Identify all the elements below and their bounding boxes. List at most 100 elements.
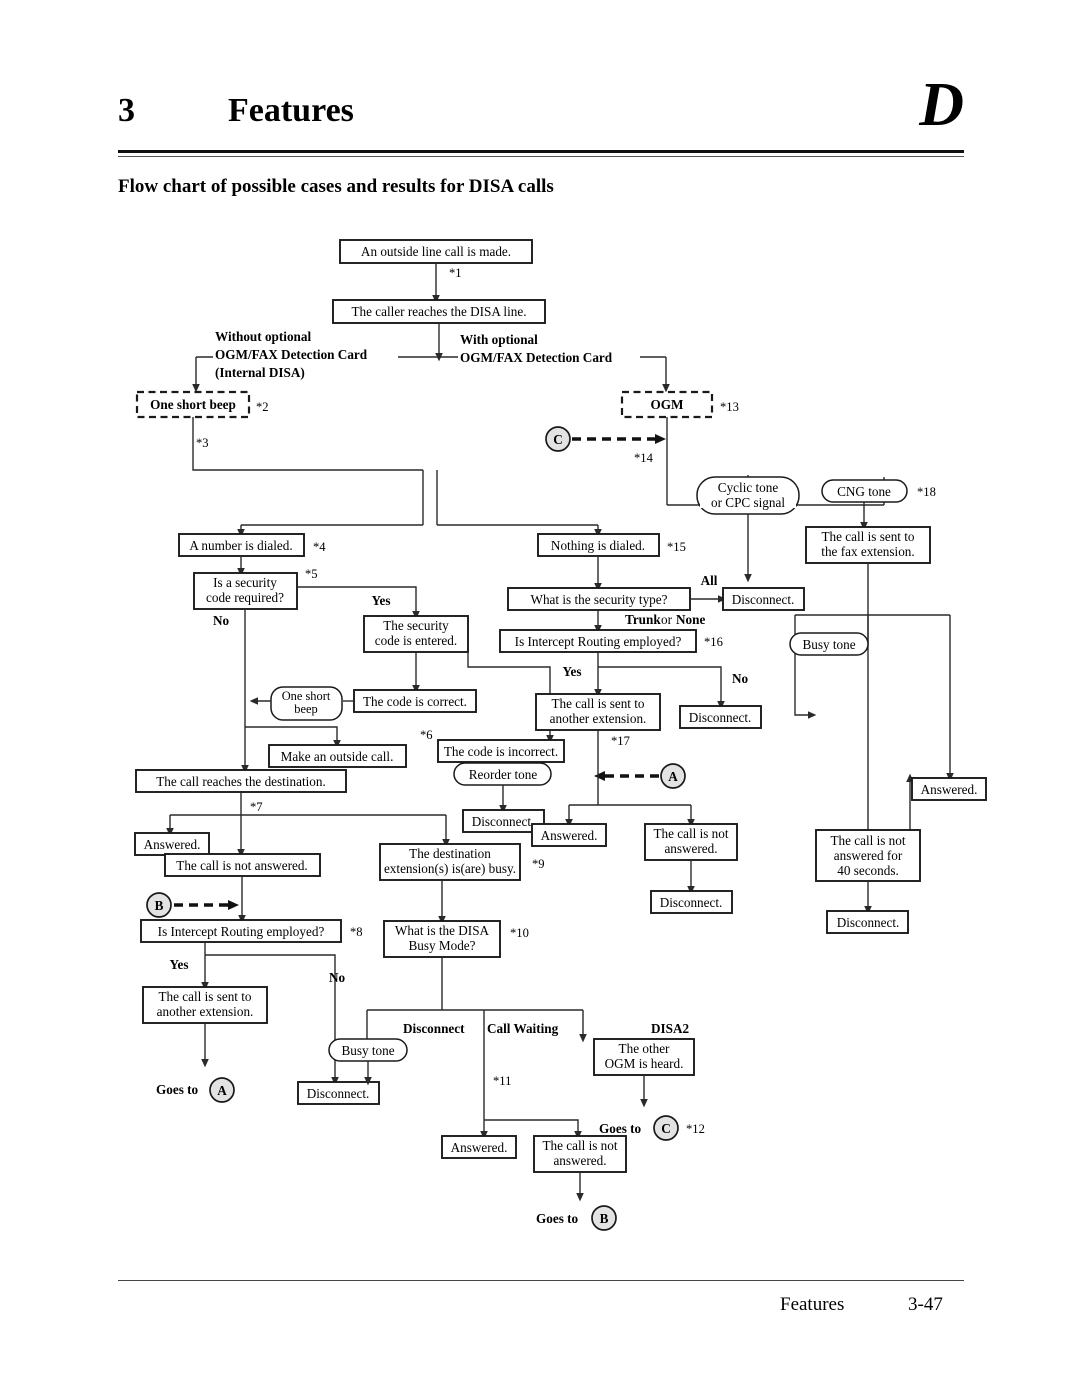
label-without-3: (Internal DISA) (215, 365, 305, 380)
node-caller-reaches-label: The caller reaches the DISA line. (351, 304, 526, 319)
node-call-not-answered-1-label: The call is not answered. (176, 858, 307, 873)
node-busy-tone-2-label: Busy tone (802, 637, 855, 652)
ref-15: *15 (667, 540, 686, 554)
node-disconnect-5-label: Disconnect. (660, 895, 723, 910)
ref-10: *10 (510, 926, 529, 940)
node-nothing-dialed-label: Nothing is dialed. (551, 538, 645, 553)
node-cyclic-tone-label-2: or CPC signal (711, 495, 785, 510)
label-yes-2: Yes (169, 957, 188, 972)
label-without-2: OGM/FAX Detection Card (215, 347, 368, 362)
node-one-short-beep-r-label-2: beep (294, 702, 317, 716)
node-one-short-beep-label: One short beep (150, 397, 236, 412)
node-security-required-label-1: Is a security (213, 575, 277, 590)
node-call-not-answered-2-label-1: The call is not (542, 1138, 617, 1153)
node-security-entered-label-2: code is entered. (375, 633, 457, 648)
node-call-not-answered-3-label-1: The call is not (653, 826, 728, 841)
node-sent-fax-extension-label-2: the fax extension. (821, 544, 914, 559)
label-or: or (661, 612, 673, 627)
ref-11: *11 (493, 1074, 511, 1088)
label-goes-to-b: Goes to (536, 1211, 579, 1226)
node-answered-1-label: Answered. (144, 837, 201, 852)
ref-7: *7 (250, 800, 263, 814)
node-answered-3-label: Answered. (541, 828, 598, 843)
document-page: 3 Features D Flow chart of possible case… (0, 0, 1080, 1397)
node-sent-another-ext-2-label-2: another extension. (550, 711, 647, 726)
edge-cw-split (484, 1119, 582, 1140)
ref-1: *1 (449, 266, 462, 280)
edge-beep-down (192, 417, 423, 471)
label-goes-to-a: Goes to (156, 1082, 199, 1097)
ref-2: *2 (256, 400, 269, 414)
label-yes-3: Yes (562, 664, 581, 679)
label-no-2: No (329, 970, 346, 985)
node-other-ogm-label-1: The other (619, 1041, 671, 1056)
ref-13: *13 (720, 400, 739, 414)
ref-17: *17 (611, 734, 630, 748)
header-rule-thin (118, 156, 964, 157)
ref-9: *9 (532, 857, 545, 871)
node-call-not-answered-3-label-2: answered. (664, 841, 717, 856)
footer-page-number: 3-47 (908, 1294, 943, 1315)
edge-fax-answered (867, 563, 914, 852)
node-one-short-beep-r-label-1: One short (282, 689, 331, 703)
node-other-ogm-label-2: OGM is heard. (605, 1056, 684, 1071)
node-disconnect-4-label: Disconnect. (689, 710, 752, 725)
label-with-2: OGM/FAX Detection Card (460, 350, 613, 365)
disa-flow-chart: An outside line call is made. *1 The cal… (134, 239, 987, 1231)
ref-3: *3 (196, 436, 209, 450)
node-make-outside-call-label: Make an outside call. (281, 749, 394, 764)
node-cyclic-tone-label-1: Cyclic tone (718, 480, 779, 495)
ref-5: *5 (305, 567, 318, 581)
connector-b-label-2: B (600, 1211, 609, 1226)
ref-4: *4 (313, 540, 326, 554)
label-no-1: No (213, 613, 230, 628)
node-intercept-routing-1-label: Is Intercept Routing employed? (158, 924, 325, 939)
connector-b-label: B (155, 898, 164, 913)
node-sent-another-ext-1-label-1: The call is sent to (158, 989, 251, 1004)
label-without-1: Without optional (215, 329, 311, 344)
node-call-reaches-destination-label: The call reaches the destination. (156, 774, 326, 789)
section-letter: D (919, 71, 964, 139)
label-goes-to-c: Goes to (599, 1121, 642, 1136)
node-intercept-routing-2-label: Is Intercept Routing employed? (515, 634, 682, 649)
chapter-title: Features (228, 92, 354, 129)
connector-a-label-2: A (668, 769, 678, 784)
node-disconnect-2-label: Disconnect. (307, 1086, 370, 1101)
node-cng-tone-label: CNG tone (837, 484, 891, 499)
node-security-type-label: What is the security type? (531, 592, 668, 607)
ref-12: *12 (686, 1122, 705, 1136)
node-security-required-label-2: code required? (206, 590, 284, 605)
edge-yes-security (297, 586, 420, 620)
node-sent-another-ext-1-label-2: another extension. (157, 1004, 254, 1019)
node-ogm-label: OGM (651, 397, 685, 412)
node-destination-busy-label-1: The destination (409, 846, 491, 861)
node-answered-4-label: Answered. (921, 782, 978, 797)
node-not-answered-40s-label-3: 40 seconds. (837, 863, 899, 878)
node-disa-busy-mode-label-1: What is the DISA (395, 923, 490, 938)
node-sent-another-ext-2-label-1: The call is sent to (551, 696, 644, 711)
connector-c-label-2: C (661, 1121, 671, 1136)
label-disa2: DISA2 (651, 1021, 690, 1036)
node-security-entered-label-1: The security (383, 618, 449, 633)
node-disconnect-1-label: Disconnect. (472, 814, 535, 829)
node-disconnect-3-label: Disconnect. (732, 592, 795, 607)
label-yes-1: Yes (371, 593, 390, 608)
label-trunk: Trunk (625, 612, 661, 627)
label-none: None (676, 612, 705, 627)
node-call-not-answered-2-label-2: answered. (553, 1153, 606, 1168)
node-sent-fax-extension-label-1: The call is sent to (821, 529, 914, 544)
node-number-dialed-label: A number is dialed. (189, 538, 292, 553)
page-subtitle: Flow chart of possible cases and results… (118, 176, 554, 197)
node-not-answered-40s-label-1: The call is not (830, 833, 905, 848)
ref-18: *18 (917, 485, 936, 499)
header-rule (118, 150, 964, 153)
edge-to-disconnect-4 (794, 615, 817, 719)
node-destination-busy-label-2: extension(s) is(are) busy. (384, 861, 516, 876)
edge-to-outside-call (245, 726, 341, 749)
ref-6: *6 (420, 728, 433, 742)
node-busy-tone-1-label: Busy tone (341, 1043, 394, 1058)
ref-14: *14 (634, 451, 654, 465)
ref-16: *16 (704, 635, 723, 649)
node-not-answered-40s-label-2: answered for (834, 848, 903, 863)
label-with-1: With optional (460, 332, 538, 347)
